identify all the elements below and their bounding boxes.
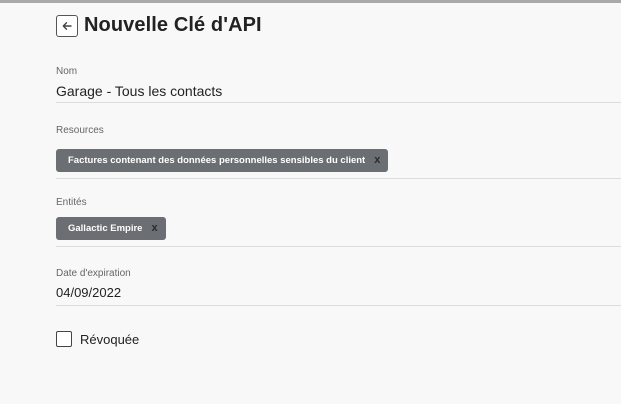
expiration-label: Date d'expiration bbox=[56, 268, 131, 279]
arrow-left-icon bbox=[62, 21, 72, 30]
remove-chip-icon[interactable]: x bbox=[151, 223, 157, 234]
resources-label: Resources bbox=[56, 125, 104, 136]
entity-chip[interactable]: Gallactic Empire x bbox=[56, 217, 166, 240]
resources-underline bbox=[56, 178, 621, 179]
back-button[interactable] bbox=[56, 14, 78, 37]
name-underline bbox=[56, 102, 621, 103]
entities-field[interactable]: Entités Gallactic Empire x bbox=[56, 197, 621, 247]
resources-chip-list: Factures contenant des données personnel… bbox=[56, 149, 621, 172]
page-header: Nouvelle Clé d'API bbox=[56, 14, 262, 37]
revoked-row[interactable]: Révoquée bbox=[56, 331, 139, 347]
entity-chip-label: Gallactic Empire bbox=[68, 223, 143, 234]
expiration-value[interactable]: 04/09/2022 bbox=[56, 285, 621, 300]
expiration-underline bbox=[56, 305, 621, 306]
top-border bbox=[0, 0, 621, 3]
resource-chip[interactable]: Factures contenant des données personnel… bbox=[56, 149, 389, 172]
entities-label: Entités bbox=[56, 197, 87, 208]
revoked-checkbox[interactable] bbox=[56, 331, 72, 347]
entities-chip-list: Gallactic Empire x bbox=[56, 217, 621, 240]
name-field[interactable]: Nom Garage - Tous les contacts bbox=[56, 66, 621, 104]
name-label: Nom bbox=[56, 66, 78, 77]
resource-chip-label: Factures contenant des données personnel… bbox=[68, 155, 366, 166]
revoked-label[interactable]: Révoquée bbox=[80, 332, 139, 347]
remove-chip-icon[interactable]: x bbox=[374, 155, 380, 166]
resources-field[interactable]: Resources Factures contenant des données… bbox=[56, 125, 621, 180]
entities-underline bbox=[56, 246, 621, 247]
expiration-field[interactable]: Date d'expiration 04/09/2022 bbox=[56, 268, 621, 306]
page-title: Nouvelle Clé d'API bbox=[84, 14, 262, 36]
name-value[interactable]: Garage - Tous les contacts bbox=[56, 83, 621, 99]
